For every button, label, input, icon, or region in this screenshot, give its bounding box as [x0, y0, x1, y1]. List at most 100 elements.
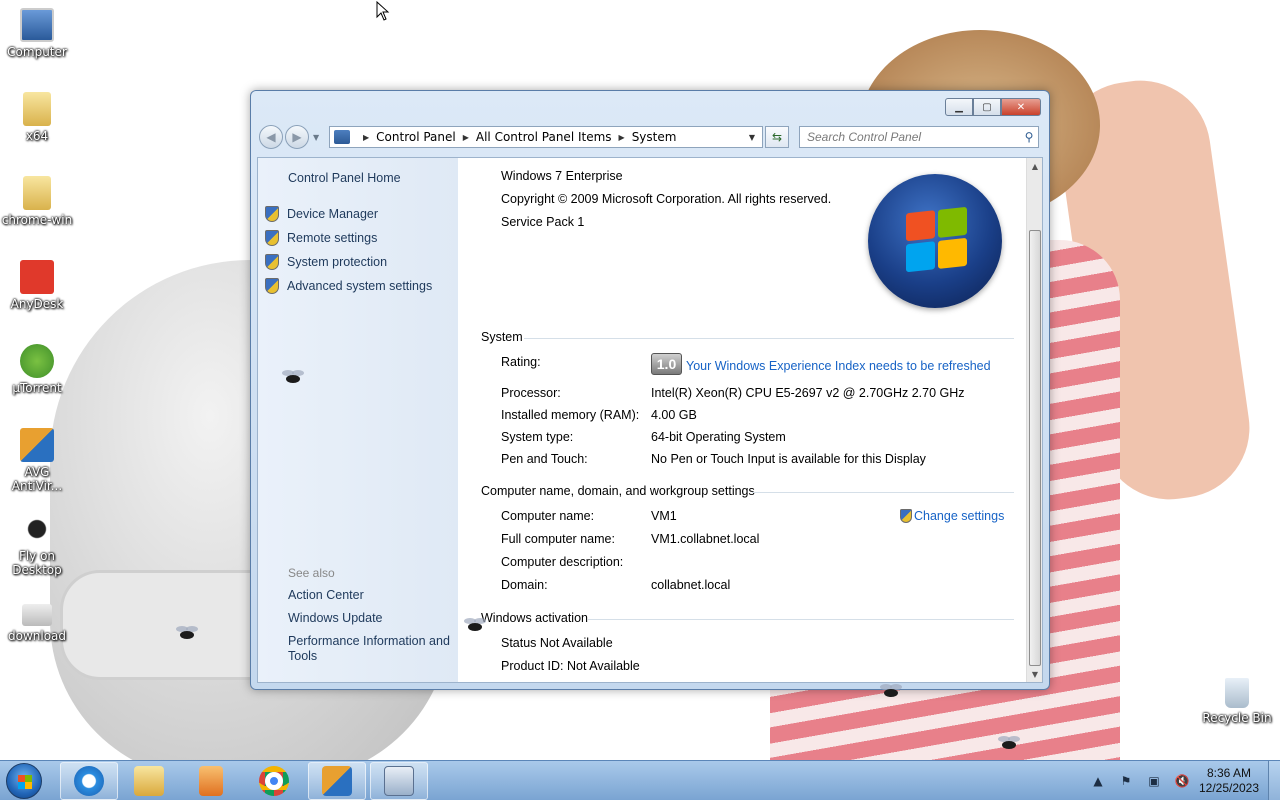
system-protection-link[interactable]: System protection [265, 254, 387, 270]
vertical-scrollbar[interactable]: ▲ ▼ [1026, 158, 1042, 682]
system-type-value: 64-bit Operating System [651, 430, 786, 444]
breadcrumb-system[interactable]: System [632, 130, 677, 144]
address-dropdown-icon[interactable]: ▼ [742, 133, 762, 142]
breadcrumb-separator-icon[interactable]: ▶ [463, 133, 469, 142]
domain-label: Domain: [501, 578, 548, 592]
fly-sprite [280, 370, 304, 386]
uac-shield-icon [265, 206, 279, 222]
desktop-icon-fly-on-desktop[interactable]: Fly on Desktop [0, 512, 74, 577]
show-desktop-button[interactable] [1268, 761, 1280, 800]
desktop-icon-utorrent[interactable]: µTorrent [0, 344, 74, 395]
scroll-up-icon[interactable]: ▲ [1027, 158, 1042, 174]
section-divider [524, 338, 1014, 339]
folder-icon [134, 766, 164, 796]
desktop-icon-recycle-bin[interactable]: Recycle Bin [1200, 678, 1274, 725]
domain-value: collabnet.local [651, 578, 731, 592]
activation-status: Status Not Available [501, 636, 613, 650]
taskbar-clock[interactable]: 8:36 AM 12/25/2023 [1196, 766, 1262, 796]
network-icon[interactable]: ▣ [1146, 773, 1162, 789]
desktop-icon-computer[interactable]: Computer [0, 8, 74, 59]
full-computer-name-value: VM1.collabnet.local [651, 532, 760, 546]
system-protection-label: System protection [287, 255, 388, 269]
service-pack: Service Pack 1 [501, 215, 585, 229]
desktop-icon-anydesk[interactable]: AnyDesk [0, 260, 74, 311]
desktop-icon-avg[interactable]: AVG AntiVir... [0, 428, 74, 493]
caption-buttons: ▁ ▢ ✕ [945, 98, 1041, 116]
taskbar-avg[interactable] [308, 762, 366, 800]
forward-arrow-icon: ▶ [292, 130, 302, 144]
breadcrumb-separator-icon[interactable]: ▶ [363, 133, 369, 142]
experience-index-badge[interactable]: 1.0 [651, 353, 682, 375]
desktop-icon-label: AVG AntiVir... [11, 465, 63, 493]
taskbar-media-player[interactable] [182, 762, 240, 800]
navigation-bar: ◀ ▶ ▼ ▶ Control Panel ▶ All Control Pane… [259, 123, 1041, 151]
control-panel-icon [334, 130, 350, 144]
minimize-button[interactable]: ▁ [945, 98, 973, 116]
pen-touch-value: No Pen or Touch Input is available for t… [651, 452, 926, 466]
scroll-down-icon[interactable]: ▼ [1027, 666, 1042, 682]
taskbar-internet-explorer[interactable] [60, 762, 118, 800]
show-hidden-icons-icon[interactable]: ▲ [1090, 773, 1106, 789]
performance-information-link[interactable]: Performance Information and Tools [288, 634, 453, 664]
action-center-link[interactable]: Action Center [288, 588, 364, 602]
start-button[interactable] [6, 763, 42, 799]
search-input[interactable] [807, 130, 1020, 144]
search-box[interactable]: ⚲ [799, 126, 1039, 148]
rating-label: Rating: [501, 355, 541, 369]
desktop-icon-label: µTorrent [12, 381, 62, 395]
section-divider [588, 619, 1014, 620]
control-panel-icon [384, 766, 414, 796]
taskbar-chrome[interactable] [245, 762, 303, 800]
forward-button[interactable]: ▶ [285, 125, 309, 149]
taskbar-file-explorer[interactable] [120, 762, 178, 800]
fly-sprite [462, 618, 486, 634]
main-pane: Windows 7 Enterprise Copyright © 2009 Mi… [458, 158, 1026, 682]
mouse-cursor-icon [376, 1, 390, 21]
refresh-button[interactable]: ⇆ [765, 126, 789, 148]
utorrent-icon [20, 344, 54, 378]
breadcrumb-separator-icon[interactable]: ▶ [619, 133, 625, 142]
chrome-icon [259, 766, 289, 796]
taskbar-control-panel[interactable] [370, 762, 428, 800]
breadcrumb-control-panel[interactable]: Control Panel [376, 130, 456, 144]
desktop-icon-chrome-win[interactable]: chrome-win [0, 176, 74, 227]
system-window: ▁ ▢ ✕ ◀ ▶ ▼ ▶ Control Panel ▶ All Contro… [250, 90, 1050, 690]
advanced-system-settings-label: Advanced system settings [287, 279, 433, 293]
taskbar: ▲ ⚑ ▣ 🔇 8:36 AM 12/25/2023 [0, 760, 1280, 800]
breadcrumb-all-items[interactable]: All Control Panel Items [476, 130, 612, 144]
refresh-icon: ⇆ [771, 130, 783, 144]
clock-time: 8:36 AM [1206, 766, 1252, 780]
content-area: Control Panel Home Device Manager Remote… [257, 157, 1043, 683]
avg-icon [322, 766, 352, 796]
desktop-icon-download[interactable]: download [0, 604, 74, 643]
pen-touch-label: Pen and Touch: [501, 452, 588, 466]
desktop-icon-label: AnyDesk [10, 297, 64, 311]
recent-pages-dropdown[interactable]: ▼ [313, 133, 325, 142]
activation-section-title: Windows activation [481, 611, 588, 625]
action-center-flag-icon[interactable]: ⚑ [1118, 773, 1134, 789]
recycle-bin-icon [1225, 678, 1249, 708]
control-panel-home-link[interactable]: Control Panel Home [288, 171, 401, 185]
change-settings-label: Change settings [914, 509, 1005, 523]
windows-update-link[interactable]: Windows Update [288, 611, 383, 625]
remote-settings-label: Remote settings [287, 231, 378, 245]
change-settings-link[interactable]: Change settings [900, 509, 1004, 523]
memory-value: 4.00 GB [651, 408, 697, 422]
clock-date: 12/25/2023 [1198, 781, 1260, 795]
volume-muted-icon[interactable]: 🔇 [1174, 773, 1190, 789]
windows-flag-icon [906, 206, 968, 274]
remote-settings-link[interactable]: Remote settings [265, 230, 377, 246]
advanced-system-settings-link[interactable]: Advanced system settings [265, 278, 432, 294]
internet-explorer-icon [74, 766, 104, 796]
address-bar[interactable]: ▶ Control Panel ▶ All Control Panel Item… [329, 126, 763, 148]
left-pane: Control Panel Home Device Manager Remote… [258, 158, 458, 682]
maximize-button[interactable]: ▢ [973, 98, 1001, 116]
close-button[interactable]: ✕ [1001, 98, 1041, 116]
experience-index-link[interactable]: Your Windows Experience Index needs to b… [686, 359, 991, 373]
search-icon[interactable]: ⚲ [1020, 130, 1038, 144]
avg-icon [20, 428, 54, 462]
scroll-thumb[interactable] [1029, 230, 1041, 666]
device-manager-link[interactable]: Device Manager [265, 206, 378, 222]
back-button[interactable]: ◀ [259, 125, 283, 149]
desktop-icon-x64[interactable]: x64 [0, 92, 74, 143]
